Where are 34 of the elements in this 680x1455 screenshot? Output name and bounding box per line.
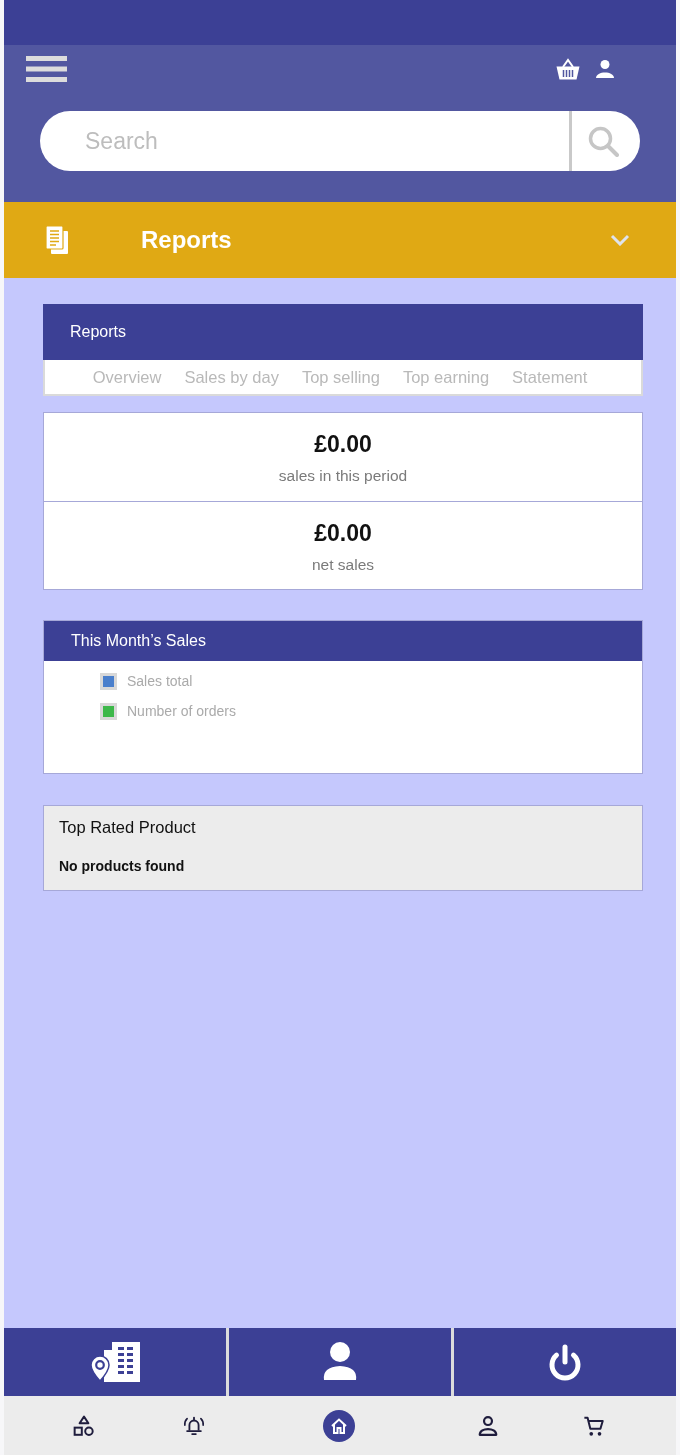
search-field[interactable]: Search	[40, 111, 569, 171]
stat-value: £0.00	[314, 519, 372, 547]
search-button[interactable]	[569, 111, 640, 171]
documents-icon	[46, 226, 68, 254]
power-icon	[548, 1343, 582, 1381]
menu-icon[interactable]	[26, 56, 67, 82]
card-title: Top Rated Product	[59, 817, 196, 837]
card-title: Reports	[70, 323, 127, 341]
legend-label: Number of orders	[127, 703, 236, 719]
home-icon	[323, 1409, 355, 1442]
tab[interactable]: Overview	[90, 365, 164, 389]
stat-label: net sales	[311, 555, 374, 575]
power-button[interactable]	[454, 1328, 676, 1396]
section-title: Reports	[141, 226, 232, 254]
profile-button[interactable]	[229, 1328, 451, 1396]
cart-icon	[583, 1414, 605, 1437]
stat-label: sales in this period	[278, 466, 408, 486]
tab[interactable]: Sales by day	[182, 365, 281, 389]
shapes-icon	[73, 1414, 95, 1437]
stat-value: £0.00	[314, 430, 372, 458]
user-icon[interactable]	[596, 60, 614, 78]
empty-message: No products found	[59, 857, 185, 875]
legend-label: Sales total	[127, 673, 193, 689]
tab[interactable]: Statement	[510, 365, 590, 389]
card-title: This Month’s Sales	[71, 632, 206, 650]
tab[interactable]: Top selling	[299, 365, 382, 389]
bell-icon	[183, 1414, 205, 1437]
locations-button[interactable]	[4, 1328, 226, 1396]
person-icon	[477, 1414, 499, 1437]
building-pin-icon	[90, 1342, 140, 1382]
person-icon	[322, 1342, 358, 1382]
tab[interactable]: Top earning	[400, 365, 492, 389]
basket-icon[interactable]	[556, 58, 580, 80]
search-icon	[587, 125, 619, 157]
